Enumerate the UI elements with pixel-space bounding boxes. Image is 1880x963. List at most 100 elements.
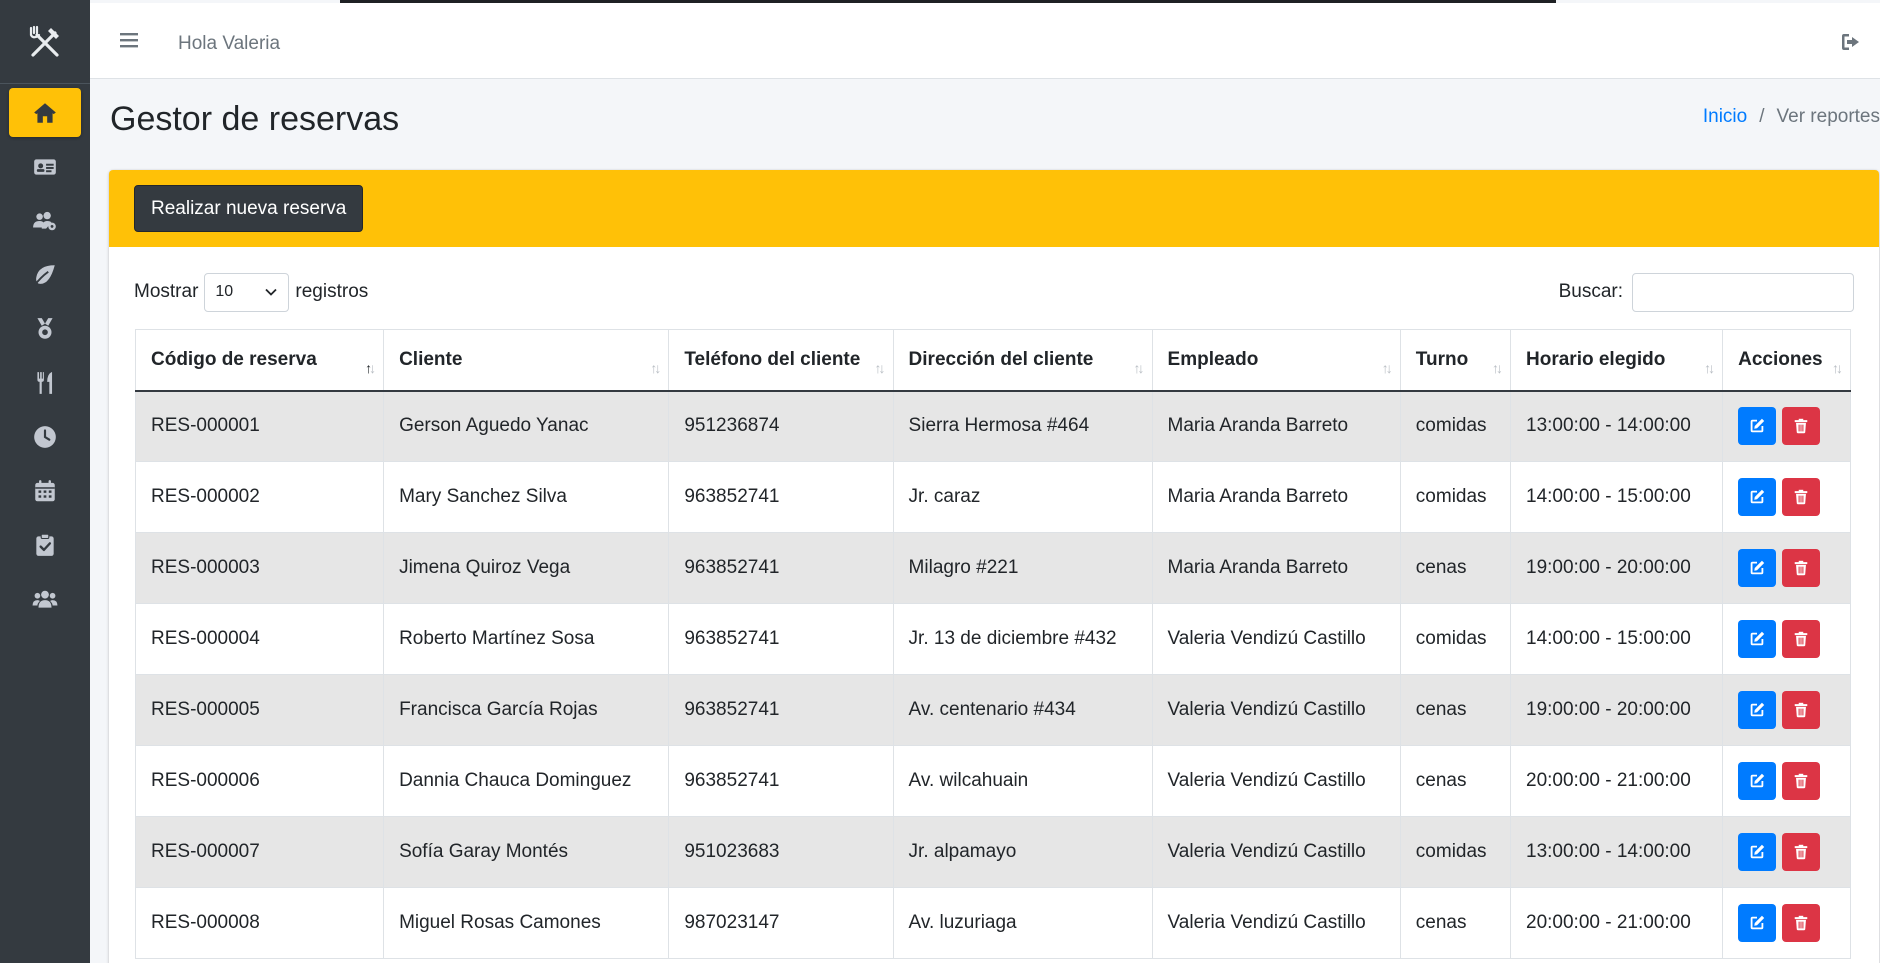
table-row: RES-000003 Jimena Quiroz Vega 963852741 Mil… — [134, 532, 1851, 604]
edit-icon — [1750, 773, 1765, 788]
edit-icon — [1750, 702, 1765, 717]
sidebar-item-clipboard[interactable] — [9, 520, 81, 569]
trash-icon — [1794, 844, 1808, 860]
delete-button[interactable] — [1782, 691, 1821, 729]
datatable-search: Buscar: — [1559, 272, 1854, 312]
sort-icon: ↑↓ — [1381, 359, 1393, 376]
chevron-down-icon — [265, 288, 278, 296]
cell-address: Av. wilcahuain — [892, 745, 1153, 817]
cell-code: RES-000004 — [134, 603, 385, 675]
edit-button[interactable] — [1738, 620, 1777, 658]
cell-schedule: 20:00:00 - 21:00:00 — [1510, 745, 1724, 817]
row-actions — [1738, 904, 1835, 942]
cell-phone: 963852741 — [668, 532, 894, 604]
delete-button[interactable] — [1782, 904, 1821, 942]
search-input[interactable] — [1632, 272, 1854, 312]
sidebar-item-home[interactable] — [9, 88, 81, 137]
delete-button[interactable] — [1782, 762, 1821, 800]
cell-schedule: 20:00:00 - 21:00:00 — [1510, 887, 1724, 959]
cell-address: Milagro #221 — [892, 532, 1153, 604]
breadcrumb-home-link[interactable]: Inicio — [1703, 106, 1747, 127]
column-header-employee[interactable]: Empleado ↑↓ — [1151, 329, 1401, 392]
calendar-icon — [35, 479, 55, 501]
cell-client: Gerson Aguedo Yanac — [383, 390, 670, 462]
user-greeting: Hola Valeria — [178, 33, 281, 54]
delete-button[interactable] — [1782, 549, 1821, 587]
edit-button[interactable] — [1738, 904, 1777, 942]
sort-icon: ↑↓ — [1133, 359, 1145, 376]
cell-code: RES-000006 — [134, 745, 385, 817]
cell-employee: Maria Aranda Barreto — [1151, 461, 1401, 533]
trash-icon — [1794, 631, 1808, 647]
cell-shift: cenas — [1399, 887, 1512, 959]
brand-logo[interactable] — [0, 0, 90, 84]
edit-button[interactable] — [1738, 549, 1777, 587]
column-header-label: Código de reserva — [151, 348, 317, 370]
column-header-label: Horario elegido — [1526, 348, 1666, 370]
cell-code: RES-000001 — [134, 390, 385, 462]
column-header-label: Cliente — [399, 348, 463, 370]
cell-client: Miguel Rosas Camones — [383, 887, 670, 959]
edit-button[interactable] — [1738, 407, 1777, 446]
bars-icon — [120, 33, 138, 48]
utensils-icon — [37, 371, 53, 394]
breadcrumb: Inicio / Ver reportes — [1703, 106, 1880, 128]
sidebar-item-id-card[interactable] — [9, 142, 81, 191]
edit-button[interactable] — [1738, 833, 1777, 871]
cell-phone: 963852741 — [668, 603, 894, 675]
edit-button[interactable] — [1738, 762, 1777, 800]
column-header-client[interactable]: Cliente ↑↓ — [383, 329, 670, 392]
sidebar-item-users-cog[interactable] — [9, 196, 81, 245]
column-header-schedule[interactable]: Horario elegido ↑↓ — [1510, 329, 1724, 392]
column-header-actions[interactable]: Acciones ↑↓ — [1722, 329, 1851, 392]
cell-phone: 963852741 — [668, 745, 894, 817]
delete-button[interactable] — [1782, 478, 1821, 516]
cell-client: Sofía Garay Montés — [383, 816, 670, 888]
sidebar-item-medal[interactable] — [9, 304, 81, 353]
cell-code: RES-000002 — [134, 461, 385, 533]
column-header-label: Acciones — [1738, 348, 1823, 370]
hamburger-menu-button[interactable] — [118, 29, 140, 51]
new-reservation-button[interactable]: Realizar nueva reserva — [134, 185, 364, 232]
trash-icon — [1794, 702, 1808, 718]
table-body: RES-000001 Gerson Aguedo Yanac 951236874 Si… — [134, 390, 1851, 959]
sidebar-item-utensils[interactable] — [9, 358, 81, 407]
sort-icon: ↑↓ — [874, 359, 886, 376]
cell-phone: 963852741 — [668, 461, 894, 533]
edit-icon — [1750, 915, 1765, 930]
delete-button[interactable] — [1782, 833, 1821, 871]
users-icon — [32, 590, 58, 608]
row-actions — [1738, 691, 1835, 729]
length-select[interactable]: 10 — [204, 272, 290, 312]
top-navbar: Hola Valeria — [90, 3, 1880, 79]
sidebar-item-leaf[interactable] — [9, 250, 81, 299]
delete-button[interactable] — [1782, 620, 1821, 658]
column-header-code[interactable]: Código de reserva ↑↓ — [134, 329, 385, 392]
edit-button[interactable] — [1738, 478, 1777, 516]
cell-actions — [1722, 532, 1851, 604]
delete-button[interactable] — [1782, 407, 1821, 446]
sidebar-item-calendar[interactable] — [9, 466, 81, 515]
breadcrumb-separator: / — [1759, 106, 1765, 127]
column-header-shift[interactable]: Turno ↑↓ — [1399, 329, 1512, 392]
medal-icon — [37, 317, 53, 339]
table-row: RES-000002 Mary Sanchez Silva 963852741 Jr.… — [134, 461, 1851, 533]
trash-icon — [1794, 489, 1808, 505]
cell-phone: 987023147 — [668, 887, 894, 959]
sidebar-item-users[interactable] — [9, 574, 81, 623]
card-header: Realizar nueva reserva — [109, 170, 1879, 247]
column-header-phone[interactable]: Teléfono del cliente ↑↓ — [668, 329, 894, 392]
cell-actions — [1722, 745, 1851, 817]
cell-address: Av. luzuriaga — [892, 887, 1153, 959]
cell-shift: cenas — [1399, 745, 1512, 817]
column-header-address[interactable]: Dirección del cliente ↑↓ — [892, 329, 1153, 392]
cell-client: Jimena Quiroz Vega — [383, 532, 670, 604]
column-header-label: Empleado — [1167, 348, 1259, 370]
id-card-icon — [34, 158, 56, 175]
trash-icon — [1794, 419, 1808, 434]
length-suffix-label: registros — [295, 281, 369, 302]
edit-button[interactable] — [1738, 691, 1777, 729]
sidebar-item-clock[interactable] — [9, 412, 81, 461]
cell-shift: cenas — [1399, 674, 1512, 746]
logout-button[interactable] — [1840, 31, 1862, 53]
